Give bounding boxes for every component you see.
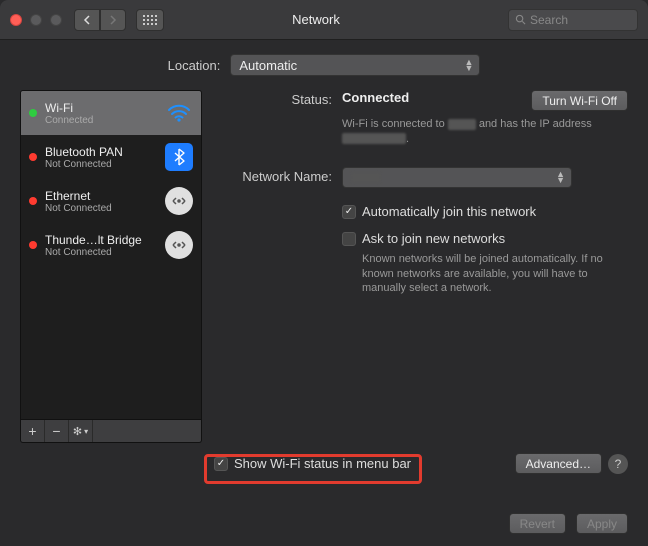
location-label: Location: xyxy=(168,58,221,73)
traffic-lights xyxy=(10,14,62,26)
redacted-network-name xyxy=(351,172,381,183)
ethernet-icon xyxy=(165,187,193,215)
search-placeholder: Search xyxy=(530,13,568,27)
help-button[interactable]: ? xyxy=(608,454,628,474)
sidebar: Wi-Fi Connected Bluetooth PAN Not Connec… xyxy=(20,90,202,443)
ask-join-description: Known networks will be joined automatica… xyxy=(342,252,628,297)
network-prefs-window: Network Search Location: Automatic ▲▼ Wi… xyxy=(0,0,648,546)
chevron-updown-icon: ▲▼ xyxy=(556,171,565,183)
show-menubar-checkbox[interactable] xyxy=(214,457,228,471)
sidebar-item-name: Bluetooth PAN xyxy=(45,145,157,159)
sidebar-item-bluetooth-pan[interactable]: Bluetooth PAN Not Connected xyxy=(21,135,201,179)
footer-buttons: Revert Apply xyxy=(509,513,628,534)
minimize-window-button[interactable] xyxy=(30,14,42,26)
interface-list: Wi-Fi Connected Bluetooth PAN Not Connec… xyxy=(20,90,202,420)
interface-actions-button[interactable]: ✻▾ xyxy=(69,420,93,442)
thunderbolt-icon xyxy=(165,231,193,259)
remove-interface-button[interactable]: − xyxy=(45,420,69,442)
sidebar-item-thunderbolt-bridge[interactable]: Thunde…lt Bridge Not Connected xyxy=(21,223,201,267)
sidebar-item-status: Not Connected xyxy=(45,247,157,258)
nav-forward-button[interactable] xyxy=(100,9,126,31)
ask-join-checkbox[interactable] xyxy=(342,232,356,246)
sidebar-item-name: Thunde…lt Bridge xyxy=(45,233,157,247)
show-menubar-label: Show Wi-Fi status in menu bar xyxy=(234,456,411,471)
search-field[interactable]: Search xyxy=(508,9,638,31)
location-row: Location: Automatic ▲▼ xyxy=(0,40,648,90)
network-name-select[interactable]: ▲▼ xyxy=(342,167,572,188)
apply-button[interactable]: Apply xyxy=(576,513,628,534)
sidebar-item-wifi[interactable]: Wi-Fi Connected xyxy=(21,91,201,135)
gear-icon: ✻ xyxy=(73,425,82,438)
sidebar-item-status: Connected xyxy=(45,115,157,126)
status-dot-icon xyxy=(29,153,37,161)
revert-button[interactable]: Revert xyxy=(509,513,566,534)
sidebar-item-name: Wi-Fi xyxy=(45,101,157,115)
titlebar: Network Search xyxy=(0,0,648,40)
status-dot-icon xyxy=(29,197,37,205)
zoom-window-button[interactable] xyxy=(50,14,62,26)
auto-join-label: Automatically join this network xyxy=(362,204,536,219)
sidebar-item-ethernet[interactable]: Ethernet Not Connected xyxy=(21,179,201,223)
add-interface-button[interactable]: + xyxy=(21,420,45,442)
body: Wi-Fi Connected Bluetooth PAN Not Connec… xyxy=(0,90,648,443)
status-dot-icon xyxy=(29,241,37,249)
status-value: Connected xyxy=(342,90,409,105)
status-description: Wi-Fi is connected to and has the IP add… xyxy=(342,117,628,147)
bottom-row: Show Wi-Fi status in menu bar Advanced… … xyxy=(0,453,648,474)
sidebar-toolbar: + − ✻▾ xyxy=(20,420,202,443)
nav-back-button[interactable] xyxy=(74,9,100,31)
auto-join-checkbox[interactable] xyxy=(342,205,356,219)
close-window-button[interactable] xyxy=(10,14,22,26)
advanced-button[interactable]: Advanced… xyxy=(515,453,602,474)
nav-buttons xyxy=(74,9,126,31)
status-label: Status: xyxy=(214,90,342,111)
status-dot-icon xyxy=(29,109,37,117)
redacted-ssid xyxy=(448,119,476,130)
show-all-button[interactable] xyxy=(136,9,164,31)
grid-icon xyxy=(143,15,157,25)
sidebar-item-name: Ethernet xyxy=(45,189,157,203)
location-select[interactable]: Automatic ▲▼ xyxy=(230,54,480,76)
wifi-icon xyxy=(165,99,193,127)
ask-join-label: Ask to join new networks xyxy=(362,231,505,246)
search-icon xyxy=(515,14,526,25)
network-name-label: Network Name: xyxy=(214,167,342,188)
redacted-ip xyxy=(342,133,406,144)
sidebar-item-status: Not Connected xyxy=(45,203,157,214)
sidebar-item-status: Not Connected xyxy=(45,159,157,170)
chevron-down-icon: ▾ xyxy=(84,427,88,436)
window-title: Network xyxy=(174,12,508,27)
chevron-updown-icon: ▲▼ xyxy=(464,59,473,71)
bluetooth-icon xyxy=(165,143,193,171)
location-value: Automatic xyxy=(239,58,297,73)
main-panel: Status: Connected Turn Wi-Fi Off Wi-Fi i… xyxy=(214,90,628,443)
turn-wifi-off-button[interactable]: Turn Wi-Fi Off xyxy=(531,90,628,111)
